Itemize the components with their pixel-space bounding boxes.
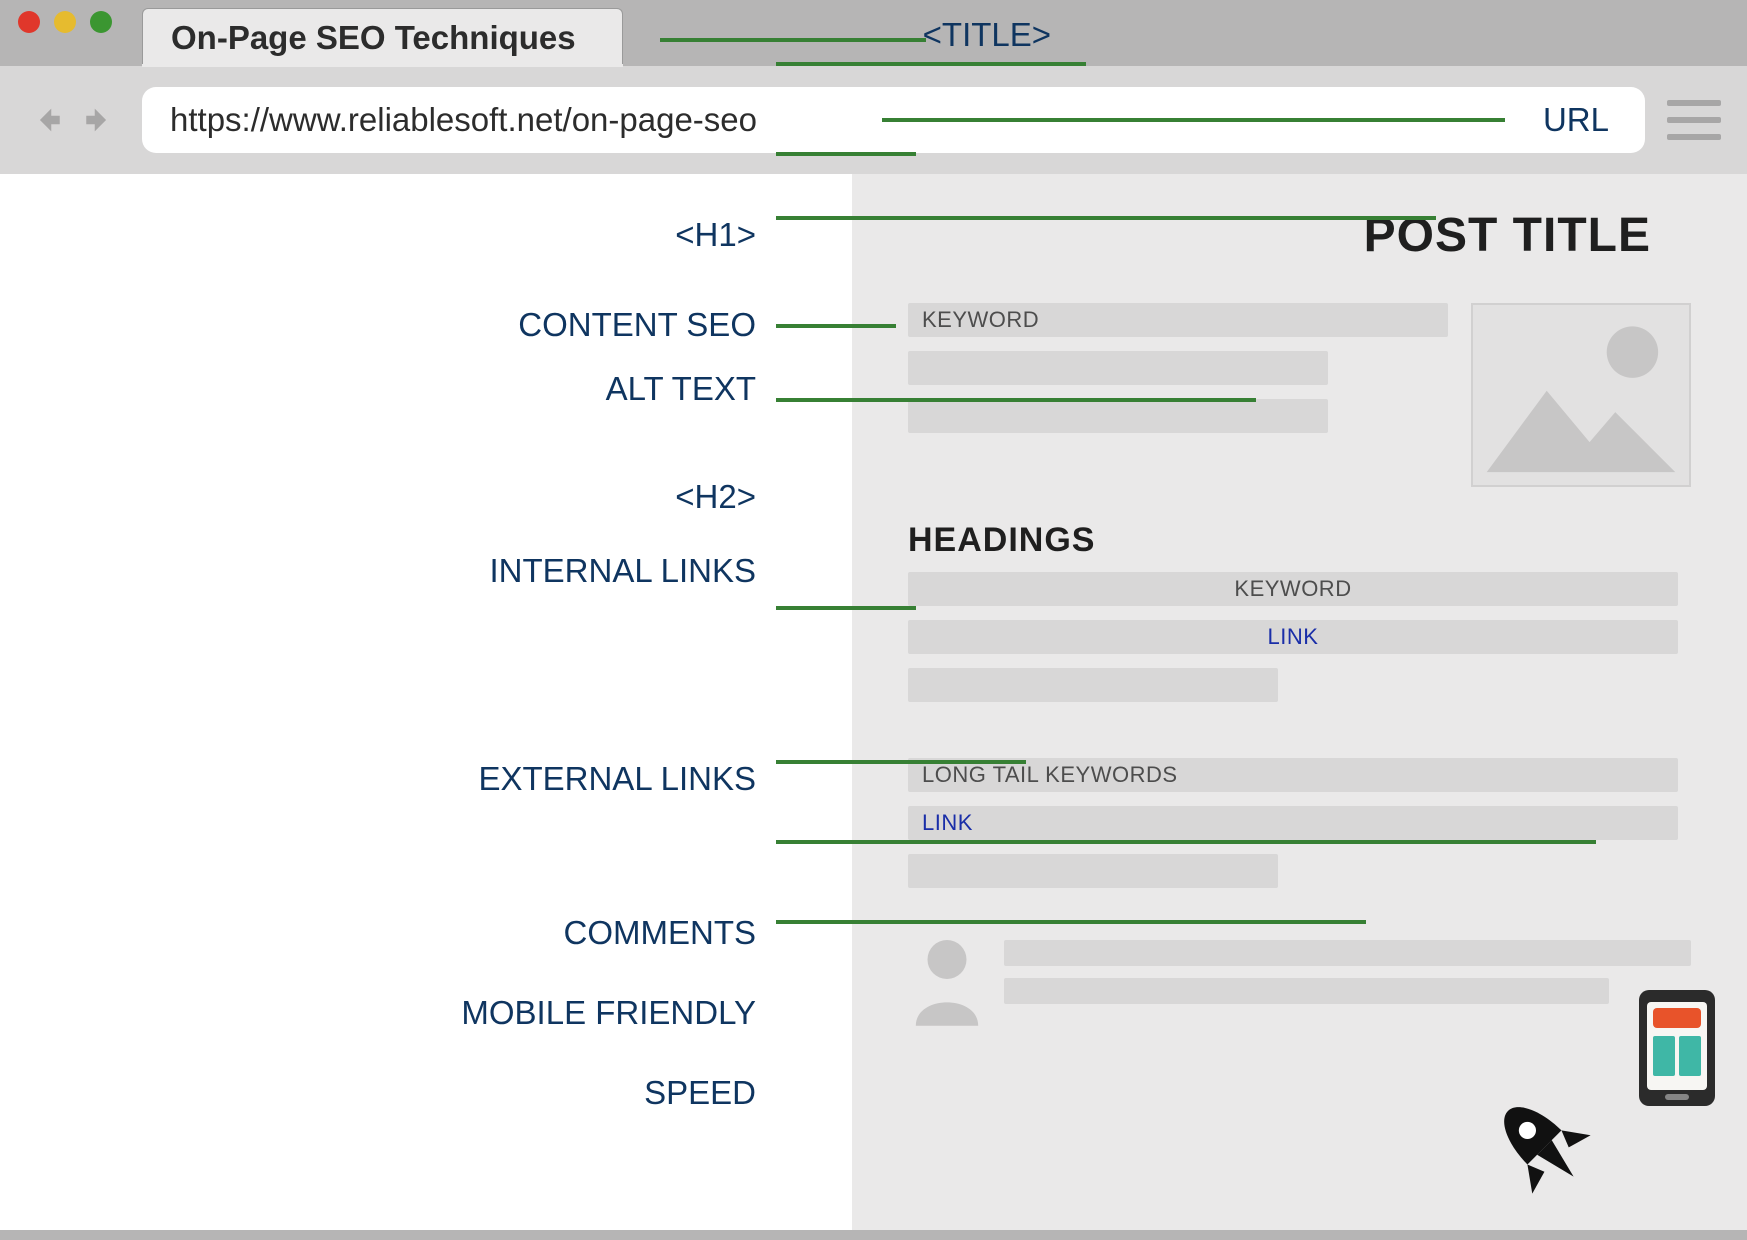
keyword2-text: KEYWORD [1234,576,1351,602]
window-controls [18,0,142,66]
address-bar-row: https://www.reliablesoft.net/on-page-seo… [0,66,1747,174]
diagram-frame: On-Page SEO Techniques <TITLE> https://w… [0,0,1747,1240]
label-alt-text: ALT TEXT [606,370,756,408]
window-minimize-icon[interactable] [54,11,76,33]
avatar-icon [908,932,986,1026]
label-column: <H1> CONTENT SEO ALT TEXT <H2> INTERNAL … [0,174,852,1230]
annotation-title: <TITLE> [923,16,1051,54]
comment-bars [1004,932,1691,1004]
comment-bar-1 [1004,940,1691,966]
heading-bar-keyword: KEYWORD [908,572,1678,606]
content-bar-2 [908,351,1328,385]
label-speed: SPEED [644,1074,756,1112]
content-area: <H1> CONTENT SEO ALT TEXT <H2> INTERNAL … [0,174,1747,1230]
footer-strip [0,1230,1747,1240]
keyword-text: KEYWORD [922,307,1039,333]
connector-mobile [776,840,1596,844]
connector-h2 [776,324,896,328]
label-comments: COMMENTS [564,914,757,952]
mobile-icon [1637,988,1717,1108]
comment-bar-2 [1004,978,1609,1004]
external-link-text: LINK [922,810,973,836]
body-bar-link: LINK [908,806,1678,840]
tab-title: On-Page SEO Techniques [171,19,576,57]
headings-text: HEADINGS [908,521,1691,560]
connector-url [882,118,1505,122]
browser-tab[interactable]: On-Page SEO Techniques [142,8,623,66]
label-mobile: MOBILE FRIENDLY [461,994,756,1032]
image-placeholder-icon [1471,303,1691,487]
url-bar[interactable]: https://www.reliablesoft.net/on-page-seo… [142,87,1645,153]
connector-content [776,152,916,156]
content-bar-keyword: KEYWORD [908,303,1448,337]
label-external-links: EXTERNAL LINKS [478,760,756,798]
window-zoom-icon[interactable] [90,11,112,33]
connector-comments [776,760,1026,764]
connector-extlinks [776,606,916,610]
internal-link-text: LINK [1268,624,1319,650]
longtail-text: LONG TAIL KEYWORDS [922,762,1178,788]
connector-title [660,38,926,42]
url-text: https://www.reliablesoft.net/on-page-seo [170,101,757,139]
label-internal-links: INTERNAL LINKS [489,552,756,590]
window-close-icon[interactable] [18,11,40,33]
body-bar-3 [908,854,1278,888]
connector-speed [776,920,1366,924]
label-h1: <H1> [675,216,756,254]
rocket-icon [1487,1090,1597,1200]
annotation-url: URL [1543,101,1609,139]
menu-button[interactable] [1667,100,1721,140]
page-column: POST TITLE KEYWORD HEADIN [852,174,1747,1230]
connector-h1 [776,62,1086,66]
forward-button[interactable] [78,99,120,141]
label-content-seo: CONTENT SEO [518,306,756,344]
section-body: LONG TAIL KEYWORDS LINK [908,758,1691,888]
nav-buttons [26,99,120,141]
heading-bar-link: LINK [908,620,1678,654]
section-headings: KEYWORD LINK [908,572,1691,702]
connector-intlinks [776,398,1256,402]
comment-row [908,932,1691,1026]
heading-bar-3 [908,668,1278,702]
title-bar: On-Page SEO Techniques <TITLE> [0,0,1747,66]
back-button[interactable] [26,99,68,141]
content-bar-3 [908,399,1328,433]
label-h2: <H2> [675,478,756,516]
connector-alt [776,216,1436,220]
